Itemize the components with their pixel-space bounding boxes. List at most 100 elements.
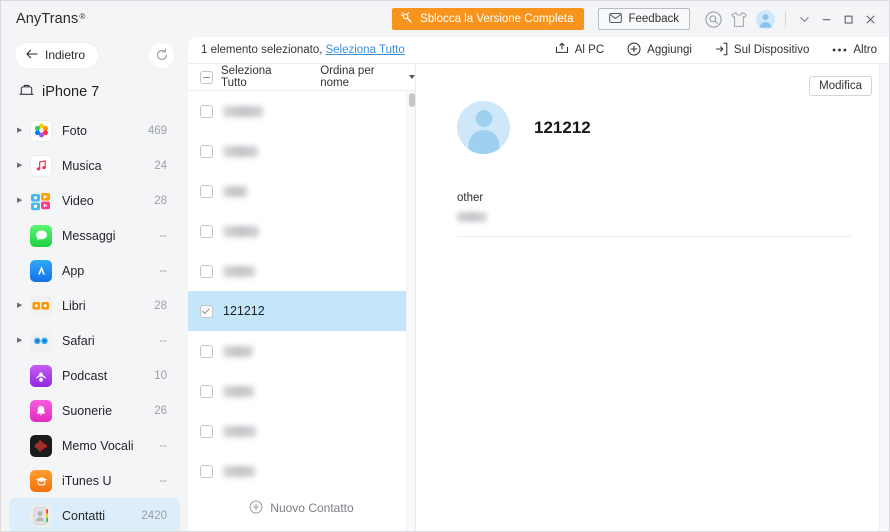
expand-arrow-icon[interactable]: ▶ <box>17 337 27 344</box>
to-device-icon <box>715 42 728 59</box>
sidebar-item-libri[interactable]: ▶ Libri 28 <box>9 288 180 323</box>
sidebar-item-musica[interactable]: ▶ Musica 24 <box>9 148 180 183</box>
close-icon[interactable] <box>859 6 881 32</box>
sidebar-item-safari[interactable]: ▶ Safari -- <box>9 323 180 358</box>
new-contact-button[interactable]: Nuovo Contatto <box>188 491 415 525</box>
envelope-icon <box>609 12 623 26</box>
sidebar-item-itunes-u[interactable]: iTunes U -- <box>9 463 180 498</box>
row-checkbox[interactable] <box>200 304 213 318</box>
sidebar-item-label: Messaggi <box>62 228 116 243</box>
table-row[interactable] <box>188 211 415 251</box>
photos-icon <box>30 119 52 142</box>
safari-icon <box>30 329 52 352</box>
anytrans-window: AnyTrans ® Sblocca la Versione Completa <box>0 0 890 532</box>
expand-arrow-icon[interactable]: ▶ <box>17 302 27 309</box>
more-label: Altro <box>853 44 877 56</box>
to-pc-button[interactable]: Al PC <box>555 42 604 59</box>
table-row[interactable] <box>188 171 415 211</box>
sidebar-item-video[interactable]: ▶ Video 28 <box>9 183 180 218</box>
registered-mark: ® <box>79 12 86 21</box>
row-checkbox[interactable] <box>200 344 213 358</box>
table-row[interactable] <box>188 91 415 131</box>
list-scrollbar[interactable] <box>406 91 415 531</box>
back-button[interactable]: Indietro <box>15 42 99 68</box>
feedback-button[interactable]: Feedback <box>598 8 690 30</box>
row-checkbox[interactable] <box>200 144 213 158</box>
magic-wand-icon <box>400 11 414 28</box>
field-divider <box>457 236 851 237</box>
books-icon <box>30 294 52 317</box>
contact-list-scroll-area[interactable]: 121212 Nuovo Contatto <box>188 91 415 531</box>
select-all-label: Seleziona Tutto <box>221 65 272 89</box>
to-device-button[interactable]: Sul Dispositivo <box>715 42 809 59</box>
export-to-pc-icon <box>555 42 569 59</box>
refresh-icon[interactable] <box>149 42 174 68</box>
titlebar-right-group: Sblocca la Versione Completa Feedback <box>392 1 889 37</box>
row-checkbox[interactable] <box>200 184 213 198</box>
contact-name-redacted <box>223 265 255 277</box>
table-row[interactable] <box>188 411 415 451</box>
sort-dropdown[interactable]: Ordina per nome <box>320 65 415 89</box>
more-dots-icon <box>832 44 847 56</box>
edit-button[interactable]: Modifica <box>809 76 872 96</box>
row-checkbox[interactable] <box>200 104 213 118</box>
sidebar-item-label: iTunes U <box>62 473 112 488</box>
to-pc-label: Al PC <box>574 44 605 56</box>
sidebar-item-count: 28 <box>154 194 167 207</box>
expand-arrow-icon[interactable]: ▶ <box>17 197 27 204</box>
sidebar-item-label: Libri <box>62 298 86 313</box>
table-row[interactable] <box>188 371 415 411</box>
table-row-selected[interactable]: 121212 <box>188 291 415 331</box>
unlock-full-version-button[interactable]: Sblocca la Versione Completa <box>392 8 585 30</box>
sidebar-item-count: -- <box>159 264 167 277</box>
row-checkbox[interactable] <box>200 264 213 278</box>
account-avatar-icon[interactable] <box>752 6 778 32</box>
tshirt-theme-icon[interactable] <box>726 6 752 32</box>
more-button[interactable]: Altro <box>832 44 877 56</box>
expand-arrow-icon[interactable]: ▶ <box>17 162 27 169</box>
minimize-icon[interactable] <box>815 6 837 32</box>
add-button[interactable]: Aggiungi <box>627 41 692 59</box>
toolbar-actions: Al PC Aggiungi Sul Dispositivo Altro <box>532 41 877 59</box>
field-label: other <box>457 192 484 204</box>
select-all-link[interactable]: Seleziona Tutto <box>325 44 404 56</box>
contact-header: 121212 <box>432 64 873 154</box>
sidebar-item-memo-vocali[interactable]: Memo Vocali -- <box>9 428 180 463</box>
sidebar-item-foto[interactable]: ▶ Foto 469 <box>9 113 180 148</box>
sidebar-item-label: Safari <box>62 333 95 348</box>
select-all-checkbox[interactable] <box>200 70 213 84</box>
chevron-down-icon <box>409 75 415 79</box>
detail-scroll-gutter[interactable] <box>879 64 889 531</box>
sidebar-item-app[interactable]: App -- <box>9 253 180 288</box>
row-checkbox[interactable] <box>200 464 213 478</box>
chevron-down-icon[interactable] <box>793 6 815 32</box>
row-checkbox[interactable] <box>200 384 213 398</box>
sidebar-item-label: Contatti <box>62 508 106 523</box>
search-circle-icon[interactable] <box>700 6 726 32</box>
contacts-icon <box>30 504 52 527</box>
sidebar-item-suonerie[interactable]: Suonerie 26 <box>9 393 180 428</box>
selection-status: 1 elemento selezionato, <box>201 44 323 56</box>
scrollbar-thumb[interactable] <box>408 93 415 107</box>
row-checkbox[interactable] <box>200 224 213 238</box>
sidebar-item-label: Foto <box>62 123 88 138</box>
row-checkbox[interactable] <box>200 424 213 438</box>
sidebar-item-podcast[interactable]: Podcast 10 <box>9 358 180 393</box>
contact-name-redacted <box>223 225 259 237</box>
sidebar-item-count: 2420 <box>141 509 167 522</box>
maximize-icon[interactable] <box>837 6 859 32</box>
sidebar-item-contatti[interactable]: Contatti 2420 <box>9 498 180 531</box>
table-row[interactable] <box>188 451 415 491</box>
title-bar: AnyTrans ® Sblocca la Versione Completa <box>1 1 889 37</box>
sidebar-item-messaggi[interactable]: Messaggi -- <box>9 218 180 253</box>
sidebar-item-count: -- <box>159 474 167 487</box>
table-row[interactable] <box>188 331 415 371</box>
list-header: Seleziona Tutto Ordina per nome <box>188 64 415 91</box>
table-row[interactable] <box>188 251 415 291</box>
device-icon <box>19 83 34 101</box>
app-name: AnyTrans <box>16 11 79 27</box>
expand-arrow-icon[interactable]: ▶ <box>17 127 27 134</box>
device-header[interactable]: iPhone 7 <box>1 73 188 111</box>
table-row[interactable] <box>188 131 415 171</box>
videos-icon <box>30 190 52 212</box>
